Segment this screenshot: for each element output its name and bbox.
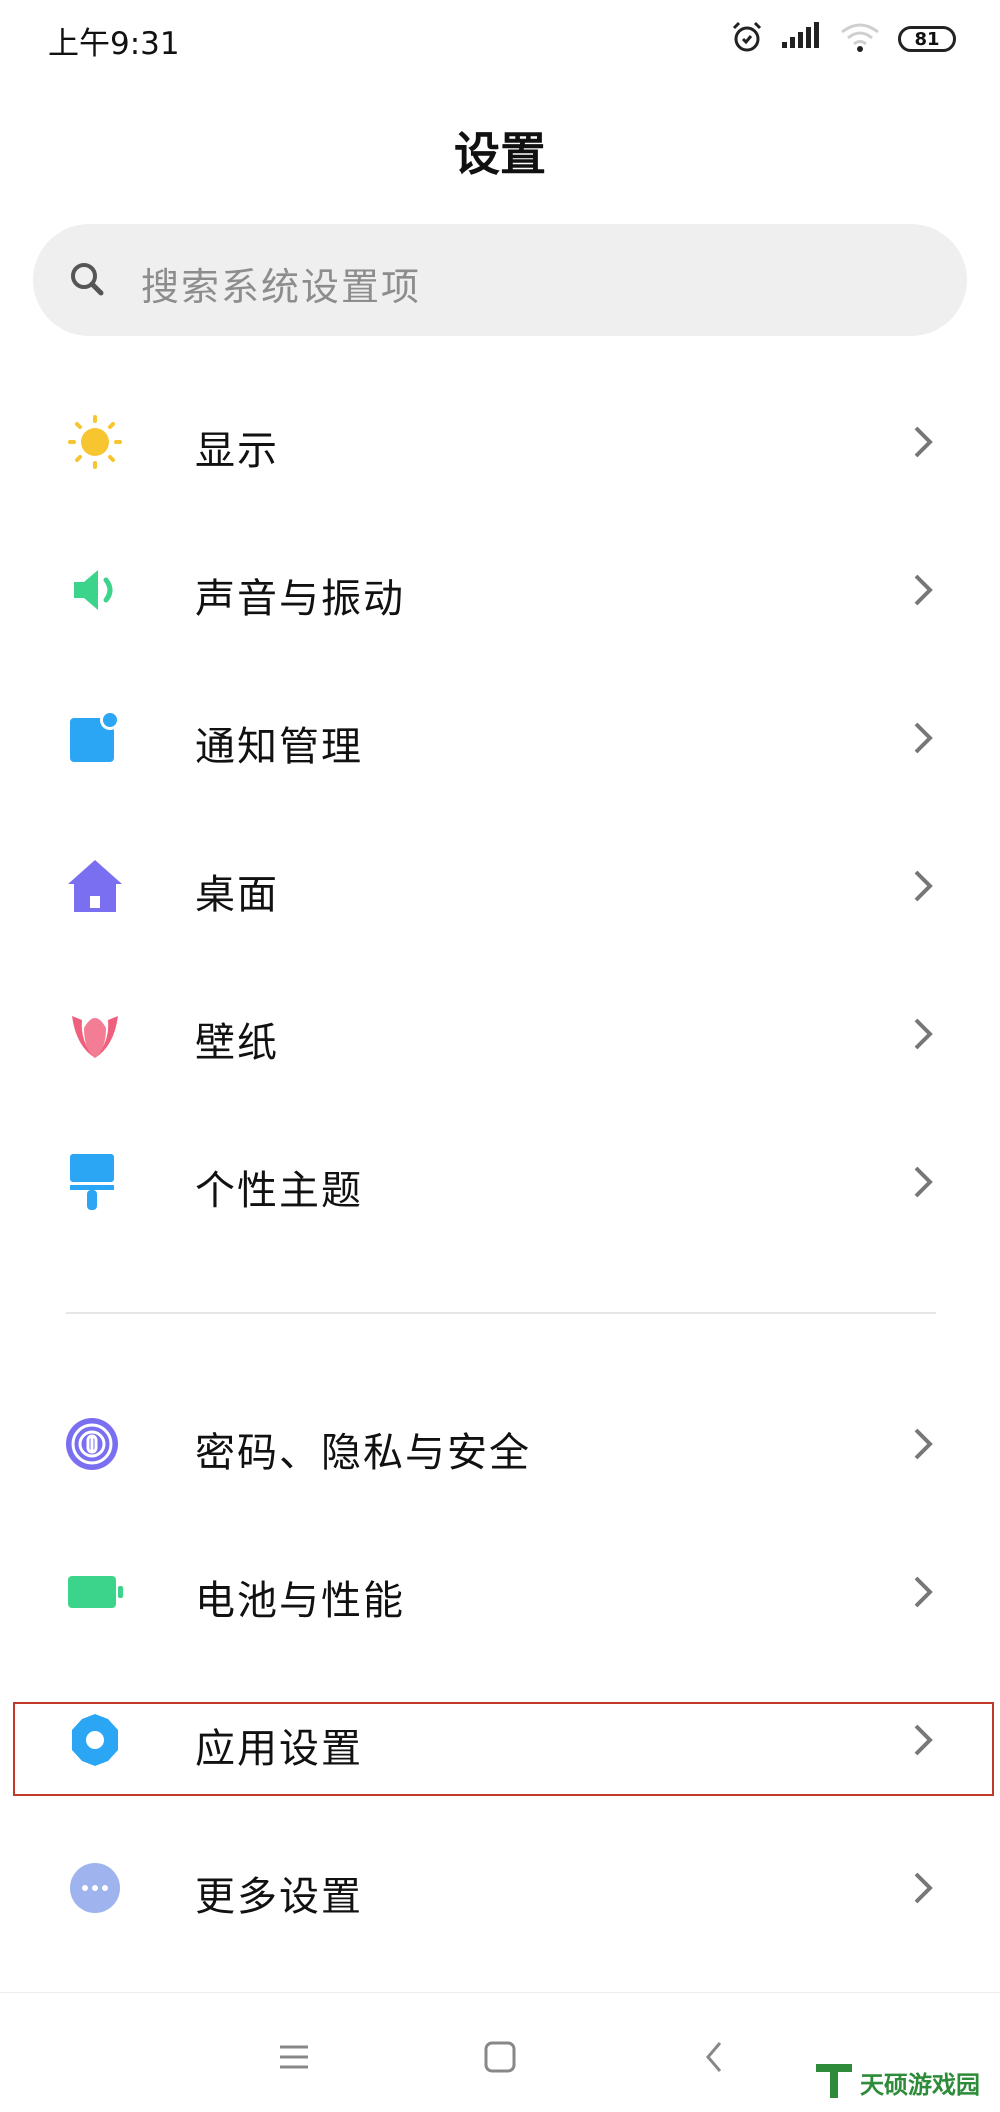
setting-label: 壁纸	[195, 1020, 279, 1066]
chevron-right-icon	[910, 720, 936, 756]
search-placeholder: 搜索系统设置项	[141, 265, 422, 309]
setting-label: 电池与性能	[195, 1578, 405, 1624]
setting-label: 桌面	[195, 872, 279, 918]
home-icon	[62, 858, 128, 914]
home-button[interactable]	[470, 2027, 530, 2087]
setting-label: 显示	[195, 428, 279, 474]
chevron-right-icon	[910, 1722, 936, 1758]
chevron-right-icon	[910, 868, 936, 904]
setting-item-app-settings[interactable]: 应用设置	[0, 1666, 1000, 1814]
setting-label: 通知管理	[195, 724, 363, 770]
menu-icon	[280, 2045, 308, 2069]
setting-item-themes[interactable]: 个性主题	[0, 1108, 1000, 1256]
sun-icon	[62, 414, 128, 470]
brush-icon	[62, 1154, 128, 1210]
signal-icon	[782, 22, 822, 56]
status-time: 上午9:31	[48, 26, 180, 62]
chevron-right-icon	[910, 572, 936, 608]
setting-item-more[interactable]: 更多设置	[0, 1814, 1000, 1962]
search-input[interactable]: 搜索系统设置项	[33, 224, 967, 336]
tulip-icon	[62, 1006, 128, 1062]
setting-item-desktop[interactable]: 桌面	[0, 812, 1000, 960]
setting-item-battery[interactable]: 电池与性能	[0, 1518, 1000, 1666]
chevron-right-icon	[910, 1574, 936, 1610]
alarm-icon	[730, 20, 764, 58]
setting-item-notifications[interactable]: 通知管理	[0, 664, 1000, 812]
battery-indicator: 81	[898, 26, 956, 52]
setting-label: 更多设置	[195, 1874, 363, 1920]
chevron-right-icon	[910, 1870, 936, 1906]
chevron-right-icon	[910, 1426, 936, 1462]
setting-label: 应用设置	[195, 1726, 363, 1772]
setting-item-sound[interactable]: 声音与振动	[0, 516, 1000, 664]
back-button[interactable]	[684, 2027, 744, 2087]
watermark-text: 天硕游戏园	[860, 2069, 980, 2099]
gear-icon	[62, 1712, 128, 1768]
fingerprint-icon	[62, 1416, 128, 1472]
chevron-right-icon	[910, 1164, 936, 1200]
setting-label: 密码、隐私与安全	[195, 1430, 531, 1476]
more-icon	[62, 1860, 128, 1916]
page-title: 设置	[454, 127, 546, 181]
chevron-right-icon	[910, 424, 936, 460]
back-icon	[706, 2042, 722, 2072]
setting-item-privacy[interactable]: 密码、隐私与安全	[0, 1370, 1000, 1518]
search-icon	[67, 259, 109, 301]
status-bar: 上午9:31 81	[0, 0, 1000, 84]
status-icons: 81	[730, 20, 956, 58]
watermark-logo-icon	[814, 2060, 854, 2104]
wifi-icon	[840, 22, 880, 56]
setting-label: 个性主题	[195, 1168, 363, 1214]
square-icon	[484, 2041, 516, 2073]
speaker-icon	[62, 562, 128, 618]
chevron-right-icon	[910, 1016, 936, 1052]
setting-item-display[interactable]: 显示	[0, 368, 1000, 516]
notification-icon	[62, 710, 128, 766]
battery-icon	[62, 1564, 128, 1620]
menu-button[interactable]	[264, 2027, 324, 2087]
setting-label: 声音与振动	[195, 576, 405, 622]
watermark: 天硕游戏园	[814, 2060, 980, 2104]
setting-item-wallpaper[interactable]: 壁纸	[0, 960, 1000, 1108]
section-divider	[66, 1312, 936, 1314]
navigation-bar: 天硕游戏园	[0, 1992, 1000, 2112]
